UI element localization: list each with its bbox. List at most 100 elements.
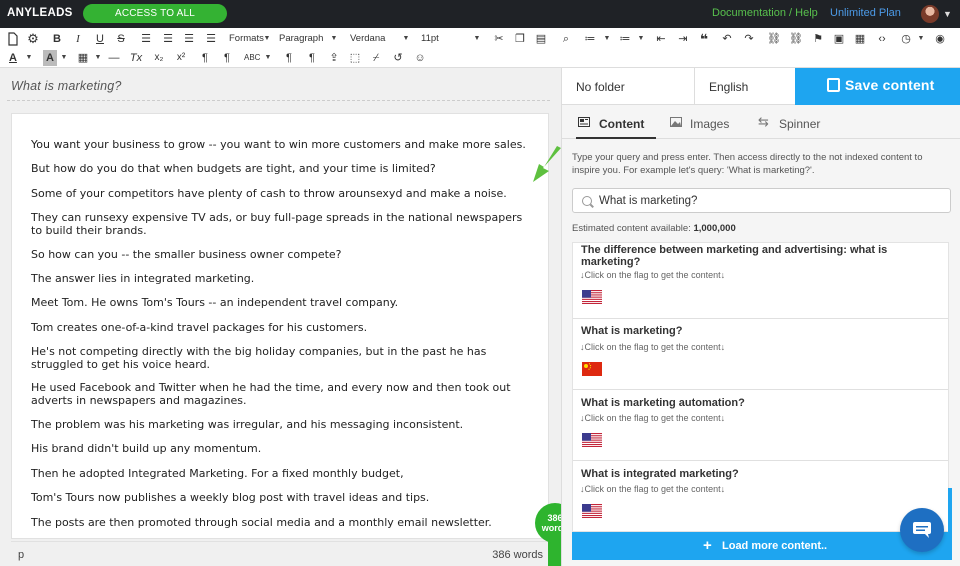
chevron-down-icon[interactable]: ▼ [603, 31, 611, 47]
chevron-down-icon[interactable]: ▼ [943, 9, 952, 19]
language-select[interactable]: English [695, 68, 795, 105]
show-blocks-icon[interactable]: ¶ [282, 50, 296, 66]
editor-paragraph[interactable]: You want your business to grow -- you wa… [31, 138, 536, 151]
text-color-icon[interactable]: A [6, 50, 20, 66]
editor-paragraph[interactable]: His brand didn't build up any momentum. [31, 442, 536, 455]
table-icon[interactable]: ▦ [76, 50, 90, 66]
align-justify-icon[interactable]: ☰ [204, 31, 218, 47]
align-left-icon[interactable]: ☰ [139, 31, 153, 47]
indent-icon[interactable]: ⇥ [676, 31, 690, 47]
result-item[interactable]: What is integrated marketing? ↓Click on … [573, 461, 948, 531]
editor-paragraph[interactable]: Tom's Tours now publishes a weekly blog … [31, 491, 536, 504]
new-document-icon[interactable] [6, 31, 20, 47]
paragraph-icon[interactable]: ¶ [305, 50, 319, 66]
save-content-button[interactable]: Save content [795, 68, 960, 105]
editor-paragraph[interactable]: He's not competing directly with the big… [31, 345, 536, 371]
chevron-down-icon[interactable]: ▼ [264, 50, 272, 66]
folder-select[interactable]: No folder [562, 68, 695, 105]
redo-icon[interactable]: ↷ [742, 31, 756, 47]
outdent-icon[interactable]: ⇤ [654, 31, 668, 47]
align-center-icon[interactable]: ☰ [161, 31, 175, 47]
blockquote-icon[interactable]: ❝ [697, 31, 711, 47]
editor-paragraph[interactable]: He used Facebook and Twitter when he had… [31, 381, 536, 407]
bold-icon[interactable]: B [50, 31, 64, 47]
editor-paragraph[interactable]: Then he adopted Integrated Marketing. Fo… [31, 467, 536, 480]
find-icon[interactable]: ⌕ [559, 31, 573, 47]
chevron-down-icon[interactable]: ▼ [60, 50, 68, 66]
settings-gear-icon[interactable]: ⚙ [26, 31, 40, 47]
chevron-down-icon[interactable]: ▼ [263, 31, 271, 47]
cut-icon[interactable]: ✂ [492, 31, 506, 47]
chevron-down-icon[interactable]: ▼ [94, 50, 102, 66]
chevron-down-icon[interactable]: ▼ [402, 31, 410, 47]
editor-paragraph[interactable]: Meet Tom. He owns Tom's Tours -- an inde… [31, 296, 536, 309]
underline-icon[interactable]: U [93, 31, 107, 47]
link-icon[interactable]: ⛓ [767, 31, 781, 47]
article-title-input[interactable]: What is marketing? [11, 79, 551, 93]
editor-paragraph[interactable]: So how can you -- the smaller business o… [31, 248, 536, 261]
tab-images[interactable]: Images [668, 105, 738, 139]
emoticon-icon[interactable]: ☺ [413, 50, 427, 66]
unlink-icon[interactable]: ⛓ [789, 31, 803, 47]
us-flag-icon[interactable] [582, 433, 602, 447]
clear-formatting-icon[interactable]: Tx [129, 50, 143, 66]
chevron-down-icon[interactable]: ▼ [917, 31, 925, 47]
spellcheck-icon[interactable]: ABC [244, 50, 260, 66]
font-size-dropdown[interactable]: 11pt [421, 31, 439, 47]
load-more-button[interactable]: + Load more content.. [572, 532, 952, 560]
chevron-down-icon[interactable]: ▼ [25, 50, 33, 66]
block-format-dropdown[interactable]: Paragraph [279, 31, 323, 47]
ltr-icon[interactable]: ¶ [198, 50, 212, 66]
code-icon[interactable]: ‹› [875, 31, 889, 47]
result-item[interactable]: The difference between marketing and adv… [573, 243, 948, 319]
result-title[interactable]: What is marketing automation? [581, 397, 916, 409]
chevron-down-icon[interactable]: ▼ [637, 31, 645, 47]
bullet-list-icon[interactable]: ≔ [583, 31, 597, 47]
editor-paragraph[interactable]: They can runsexy expensive TV ads, or bu… [31, 211, 536, 237]
font-family-dropdown[interactable]: Verdana [350, 31, 385, 47]
search-box[interactable] [572, 188, 951, 213]
upload-icon[interactable]: ⇪ [327, 50, 341, 66]
align-right-icon[interactable]: ☰ [182, 31, 196, 47]
result-item[interactable]: What is marketing automation? ↓Click on … [573, 390, 948, 461]
page-break-icon[interactable]: ⌿ [369, 50, 383, 66]
media-icon[interactable]: ▦ [853, 31, 867, 47]
editor-paragraph[interactable]: The problem was his marketing was irregu… [31, 418, 536, 431]
editor-paragraph[interactable]: But how do you do that when budgets are … [31, 162, 536, 175]
select-all-icon[interactable]: ⬚ [348, 50, 362, 66]
editor-body[interactable]: You want your business to grow -- you wa… [11, 113, 549, 539]
subscript-icon[interactable]: x₂ [152, 50, 166, 66]
result-title[interactable]: What is marketing? [581, 325, 916, 337]
plan-link[interactable]: Unlimited Plan [830, 7, 901, 19]
editor-paragraph[interactable]: The answer lies in integrated marketing. [31, 272, 536, 285]
undo-icon[interactable]: ↶ [720, 31, 734, 47]
horizontal-rule-icon[interactable]: — [107, 50, 121, 66]
paste-icon[interactable]: ▤ [534, 31, 548, 47]
copy-icon[interactable]: ❐ [513, 31, 527, 47]
results-scrollbar[interactable] [948, 488, 952, 532]
result-title[interactable]: What is integrated marketing? [581, 468, 916, 480]
preview-eye-icon[interactable]: ◉ [933, 31, 947, 47]
app-logo[interactable]: ANYLEADS [7, 7, 73, 19]
superscript-icon[interactable]: x² [174, 50, 188, 66]
chevron-down-icon[interactable]: ▼ [330, 31, 338, 47]
tab-spinner[interactable]: ⇆ Spinner [756, 105, 836, 139]
formats-dropdown[interactable]: Formats [229, 31, 264, 47]
china-flag-icon[interactable] [582, 362, 602, 376]
result-item[interactable]: What is marketing? ↓Click on the flag to… [573, 319, 948, 390]
editor-paragraph[interactable]: Some of your competitors have plenty of … [31, 187, 536, 200]
search-input[interactable] [599, 192, 939, 210]
italic-icon[interactable]: I [71, 31, 85, 47]
bookmark-icon[interactable]: ⚑ [811, 31, 825, 47]
editor-paragraph[interactable]: The posts are then promoted through soci… [31, 516, 536, 529]
clock-icon[interactable]: ◷ [899, 31, 913, 47]
chat-widget-button[interactable] [900, 508, 944, 552]
us-flag-icon[interactable] [582, 290, 602, 304]
tab-content[interactable]: Content [576, 105, 656, 139]
element-path[interactable]: p [18, 549, 24, 561]
background-color-icon[interactable]: A [43, 50, 57, 66]
access-all-products-button[interactable]: ACCESS TO ALL PRODUCTS.. [83, 4, 227, 38]
history-icon[interactable]: ↺ [391, 50, 405, 66]
rtl-icon[interactable]: ¶ [220, 50, 234, 66]
avatar[interactable] [921, 5, 939, 23]
